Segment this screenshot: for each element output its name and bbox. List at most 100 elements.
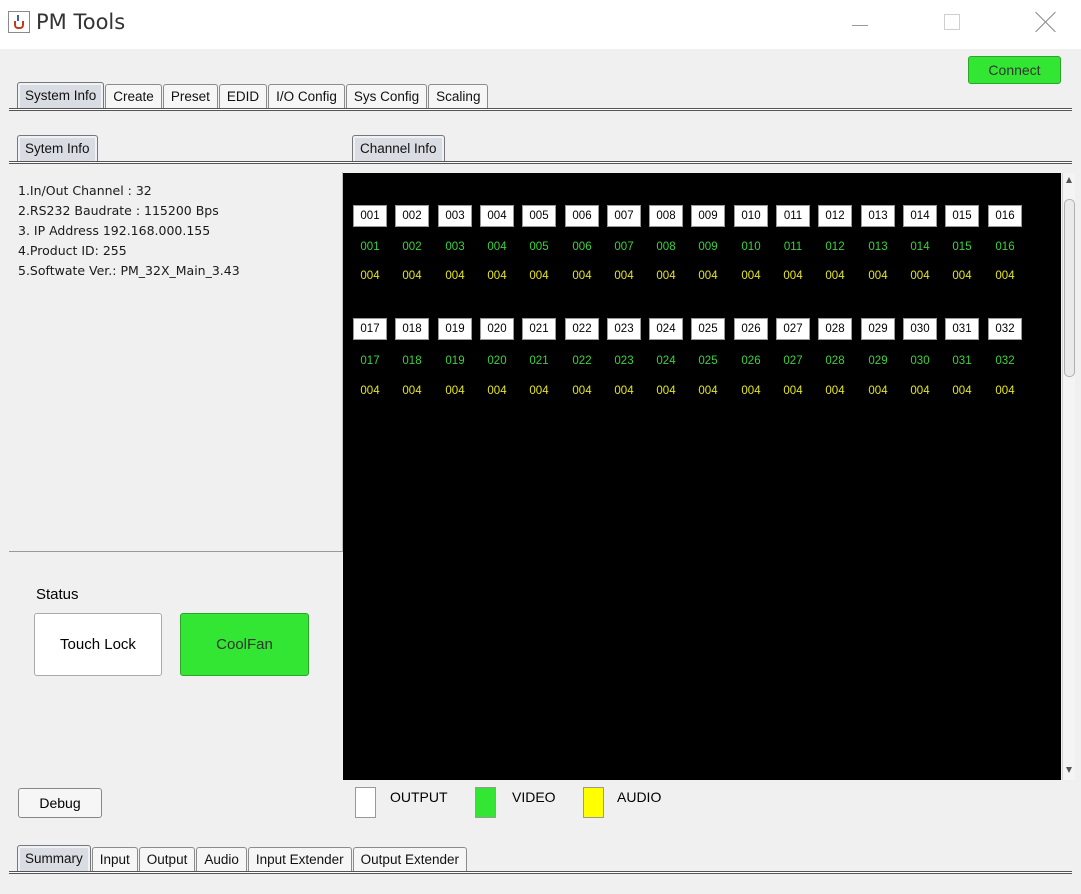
- info-ip-address: 3. IP Address 192.168.000.155: [18, 223, 211, 238]
- status-label: Status: [36, 586, 79, 603]
- bottom-tab-bar: Summary Input Output Audio Input Extende…: [17, 845, 468, 873]
- scroll-up-arrow-icon[interactable]: [1066, 177, 1072, 183]
- channel-audio-source: 004: [783, 270, 803, 282]
- channel-output-box[interactable]: 002: [395, 205, 429, 227]
- channel-output-box[interactable]: 026: [734, 318, 768, 340]
- channel-video-source: 026: [741, 355, 761, 367]
- channel-output-box[interactable]: 006: [565, 205, 599, 227]
- channel-output-box[interactable]: 009: [691, 205, 725, 227]
- channel-output-box[interactable]: 003: [438, 205, 472, 227]
- tab-edid[interactable]: EDID: [218, 84, 268, 110]
- channel-output-box[interactable]: 025: [691, 318, 725, 340]
- channel-video-source: 030: [910, 355, 930, 367]
- channel-output-box[interactable]: 029: [861, 318, 895, 340]
- main-tab-separator: [9, 108, 1072, 111]
- channel-output-box[interactable]: 028: [818, 318, 852, 340]
- channel-video-source: 015: [952, 241, 972, 253]
- channel-output-box[interactable]: 013: [861, 205, 895, 227]
- channel-output-box[interactable]: 007: [607, 205, 641, 227]
- debug-button[interactable]: Debug: [18, 788, 102, 818]
- channel-audio-source: 004: [995, 385, 1015, 397]
- maximize-icon[interactable]: [944, 14, 960, 30]
- channel-audio-source: 004: [783, 385, 803, 397]
- channel-scrollbar[interactable]: [1062, 173, 1075, 780]
- channel-audio-source: 004: [360, 270, 380, 282]
- channel-video-source: 019: [445, 355, 465, 367]
- channel-video-source: 013: [868, 241, 888, 253]
- channel-audio-source: 004: [656, 385, 676, 397]
- channel-audio-source: 004: [487, 270, 507, 282]
- channel-output-box[interactable]: 012: [818, 205, 852, 227]
- tab-audio[interactable]: Audio: [196, 847, 247, 873]
- minimize-icon[interactable]: [852, 25, 868, 26]
- channel-audio-source: 004: [868, 270, 888, 282]
- channel-info-panel: 001 001 004 002 002 004 003 003 004 004 004 004 005 0…: [343, 173, 1061, 780]
- channel-output-box[interactable]: 032: [988, 318, 1022, 340]
- channel-video-source: 006: [572, 241, 592, 253]
- channel-audio-source: 004: [910, 385, 930, 397]
- channel-video-source: 027: [783, 355, 803, 367]
- channel-video-source: 020: [487, 355, 507, 367]
- channel-video-source: 028: [825, 355, 845, 367]
- close-icon[interactable]: [1034, 10, 1058, 34]
- tab-input[interactable]: Input: [91, 847, 138, 873]
- channel-output-box[interactable]: 027: [776, 318, 810, 340]
- channel-output-box[interactable]: 020: [480, 318, 514, 340]
- right-tab-separator: [343, 161, 1072, 164]
- tab-create[interactable]: Create: [105, 84, 162, 110]
- scroll-thumb[interactable]: [1064, 199, 1075, 377]
- channel-output-box[interactable]: 016: [988, 205, 1022, 227]
- channel-output-box[interactable]: 015: [945, 205, 979, 227]
- tab-summary[interactable]: Summary: [17, 845, 91, 873]
- channel-audio-source: 004: [614, 385, 634, 397]
- channel-output-box[interactable]: 021: [522, 318, 556, 340]
- bottom-tab-separator: [9, 871, 1072, 874]
- channel-audio-source: 004: [572, 385, 592, 397]
- channel-audio-source: 004: [952, 385, 972, 397]
- tab-sys-config[interactable]: Sys Config: [345, 84, 428, 110]
- tab-preset[interactable]: Preset: [162, 84, 218, 110]
- channel-output-box[interactable]: 010: [734, 205, 768, 227]
- channel-output-box[interactable]: 031: [945, 318, 979, 340]
- channel-audio-source: 004: [910, 270, 930, 282]
- scroll-down-arrow-icon[interactable]: [1066, 767, 1072, 773]
- channel-output-box[interactable]: 014: [903, 205, 937, 227]
- java-cup-icon: [8, 11, 30, 33]
- channel-output-box[interactable]: 023: [607, 318, 641, 340]
- tab-output-extender[interactable]: Output Extender: [352, 847, 467, 873]
- tab-io-config[interactable]: I/O Config: [268, 84, 345, 110]
- tab-sytem-info[interactable]: Sytem Info: [17, 135, 98, 163]
- channel-video-source: 029: [868, 355, 888, 367]
- channel-output-box[interactable]: 008: [649, 205, 683, 227]
- channel-video-source: 007: [614, 241, 634, 253]
- legend-output-label: OUTPUT: [390, 789, 448, 805]
- channel-output-box[interactable]: 004: [480, 205, 514, 227]
- connect-button[interactable]: Connect: [968, 56, 1061, 84]
- channel-output-box[interactable]: 024: [649, 318, 683, 340]
- tab-input-extender[interactable]: Input Extender: [247, 847, 352, 873]
- channel-video-source: 016: [995, 241, 1015, 253]
- tab-channel-info[interactable]: Channel Info: [352, 135, 445, 163]
- channel-output-box[interactable]: 019: [438, 318, 472, 340]
- tab-system-info[interactable]: System Info: [17, 82, 105, 110]
- legend-video-label: VIDEO: [512, 789, 556, 805]
- channel-output-box[interactable]: 001: [353, 205, 387, 227]
- channel-video-source: 012: [825, 241, 845, 253]
- channel-output-box[interactable]: 005: [522, 205, 556, 227]
- channel-audio-source: 004: [741, 385, 761, 397]
- info-baudrate: 2.RS232 Baudrate : 115200 Bps: [18, 203, 219, 218]
- tab-scaling[interactable]: Scaling: [428, 84, 489, 110]
- tab-output[interactable]: Output: [138, 847, 196, 873]
- channel-output-box[interactable]: 022: [565, 318, 599, 340]
- cool-fan-button[interactable]: CoolFan: [180, 613, 309, 676]
- channel-video-source: 001: [360, 241, 380, 253]
- channel-output-box[interactable]: 030: [903, 318, 937, 340]
- channel-output-box[interactable]: 017: [353, 318, 387, 340]
- channel-output-box[interactable]: 011: [776, 205, 810, 227]
- system-info-panel: 1.In/Out Channel : 32 2.RS232 Baudrate :…: [9, 172, 343, 552]
- channel-video-source: 014: [910, 241, 930, 253]
- touch-lock-button[interactable]: Touch Lock: [34, 613, 162, 676]
- channel-audio-source: 004: [952, 270, 972, 282]
- channel-audio-source: 004: [402, 270, 422, 282]
- channel-output-box[interactable]: 018: [395, 318, 429, 340]
